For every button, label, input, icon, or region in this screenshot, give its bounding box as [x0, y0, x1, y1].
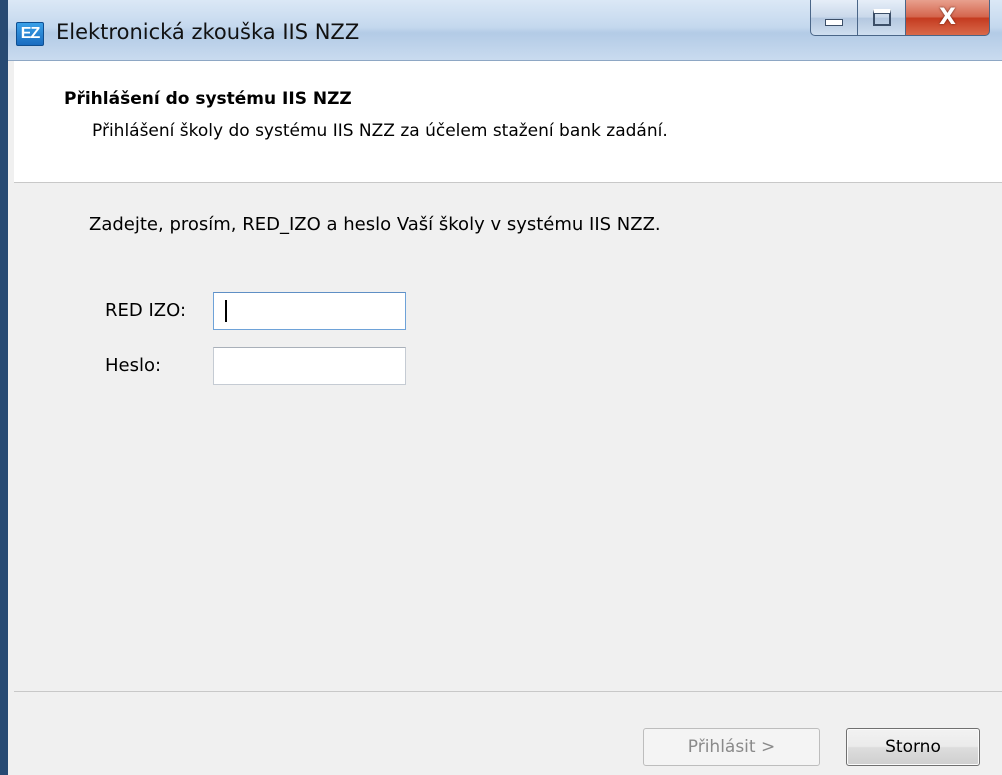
wizard-header: Přihlášení do systému IIS NZZ Přihlášení…	[14, 61, 1002, 183]
wizard-body: Zadejte, prosím, RED_IZO a heslo Vaší šk…	[14, 183, 1002, 691]
close-icon: X	[939, 4, 956, 30]
cancel-button[interactable]: Storno	[846, 728, 980, 766]
red-izo-input[interactable]	[213, 292, 406, 330]
page-title: Přihlášení do systému IIS NZZ	[64, 89, 352, 109]
instruction-text: Zadejte, prosím, RED_IZO a heslo Vaší šk…	[89, 214, 661, 235]
app-icon: EZ	[16, 22, 44, 46]
red-izo-label: RED IZO:	[105, 300, 187, 321]
text-caret	[225, 300, 227, 322]
page-subtitle: Přihlášení školy do systému IIS NZZ za ú…	[92, 121, 668, 141]
window-title: Elektronická zkouška IIS NZZ	[56, 20, 360, 44]
password-input[interactable]	[213, 347, 406, 385]
title-bar[interactable]: EZ Elektronická zkouška IIS NZZ X	[0, 0, 1002, 775]
minimize-icon	[825, 19, 843, 26]
close-button[interactable]: X	[906, 0, 990, 36]
wizard-footer: Přihlásit > Storno	[14, 691, 1002, 775]
window-controls: X	[810, 0, 990, 38]
maximize-button[interactable]	[858, 0, 906, 36]
minimize-button[interactable]	[810, 0, 858, 36]
dialog-window: EZ Elektronická zkouška IIS NZZ X Přihlá…	[0, 0, 1002, 775]
maximize-icon	[872, 9, 891, 26]
password-label: Heslo:	[105, 355, 162, 376]
login-button[interactable]: Přihlásit >	[643, 728, 820, 766]
